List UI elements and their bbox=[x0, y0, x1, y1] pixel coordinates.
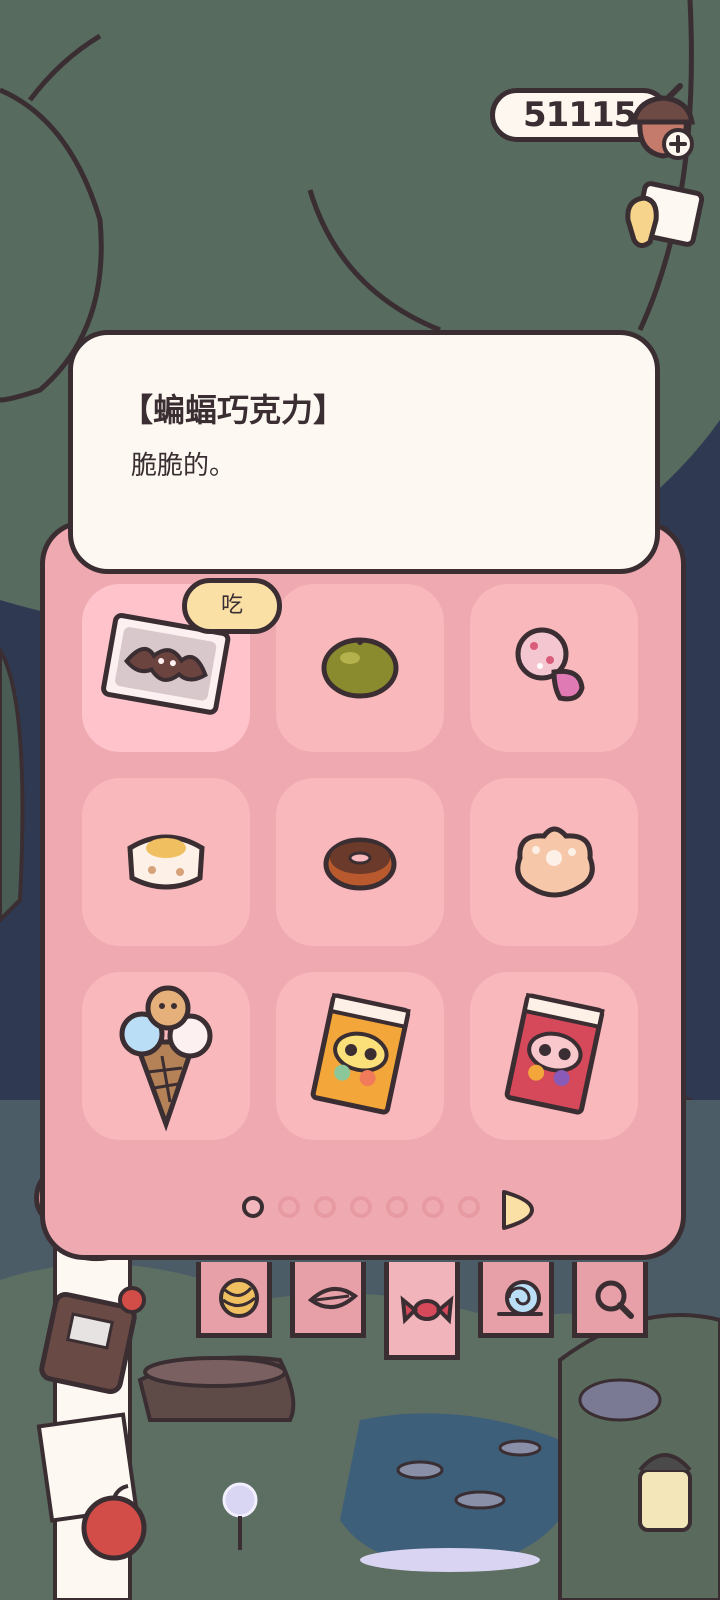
snack-bag-icon bbox=[504, 992, 605, 1115]
eat-button[interactable]: 吃 bbox=[182, 578, 282, 634]
ice-cream-cone-item[interactable] bbox=[82, 972, 250, 1140]
page-dot-2[interactable] bbox=[278, 1196, 300, 1218]
item-description-card: 【蝙蝠巧克力】 脆脆的。 bbox=[68, 330, 660, 574]
tab-leaf[interactable] bbox=[290, 1262, 366, 1338]
flower-cookie-item[interactable] bbox=[470, 778, 638, 946]
rice-cake-item[interactable] bbox=[82, 778, 250, 946]
candy-icon bbox=[400, 1295, 454, 1325]
tab-magnifier[interactable] bbox=[572, 1262, 648, 1338]
red-snack-bag-item[interactable] bbox=[470, 972, 638, 1140]
green-fruit-item[interactable] bbox=[276, 584, 444, 752]
item-title: 【蝙蝠巧克力】 bbox=[121, 391, 346, 429]
item-description: 脆脆的。 bbox=[131, 451, 236, 481]
magnifier-icon bbox=[595, 1280, 634, 1319]
rice-cake-icon bbox=[127, 834, 205, 890]
page-dot-3[interactable] bbox=[314, 1196, 336, 1218]
page-dot-1[interactable] bbox=[242, 1196, 264, 1218]
tab-candy[interactable] bbox=[384, 1262, 460, 1360]
leaf-icon bbox=[307, 1287, 359, 1309]
page-dot-5[interactable] bbox=[386, 1196, 408, 1218]
orange-snack-bag-item[interactable] bbox=[276, 972, 444, 1140]
donut-item[interactable] bbox=[276, 778, 444, 946]
candy-ring-item[interactable] bbox=[470, 584, 638, 752]
snack-bag-icon bbox=[310, 992, 411, 1115]
memo-icon[interactable] bbox=[620, 180, 706, 256]
green-fruit-icon bbox=[321, 637, 399, 699]
snail-icon bbox=[497, 1280, 543, 1316]
yarn-icon bbox=[219, 1278, 259, 1318]
page-dot-6[interactable] bbox=[422, 1196, 444, 1218]
acorn-count: 51115 bbox=[523, 95, 637, 135]
flower-cookie-icon bbox=[515, 826, 595, 898]
donut-icon bbox=[323, 837, 397, 891]
acorn-icon[interactable] bbox=[628, 82, 698, 162]
page-dot-7[interactable] bbox=[458, 1196, 480, 1218]
ice-cream-cone-icon bbox=[119, 985, 213, 1132]
next-page-arrow-icon[interactable] bbox=[500, 1188, 534, 1232]
tab-snail[interactable] bbox=[478, 1262, 554, 1338]
page-dot-4[interactable] bbox=[350, 1196, 372, 1218]
candy-ring-icon bbox=[515, 627, 585, 702]
tab-yarn[interactable] bbox=[196, 1262, 272, 1338]
